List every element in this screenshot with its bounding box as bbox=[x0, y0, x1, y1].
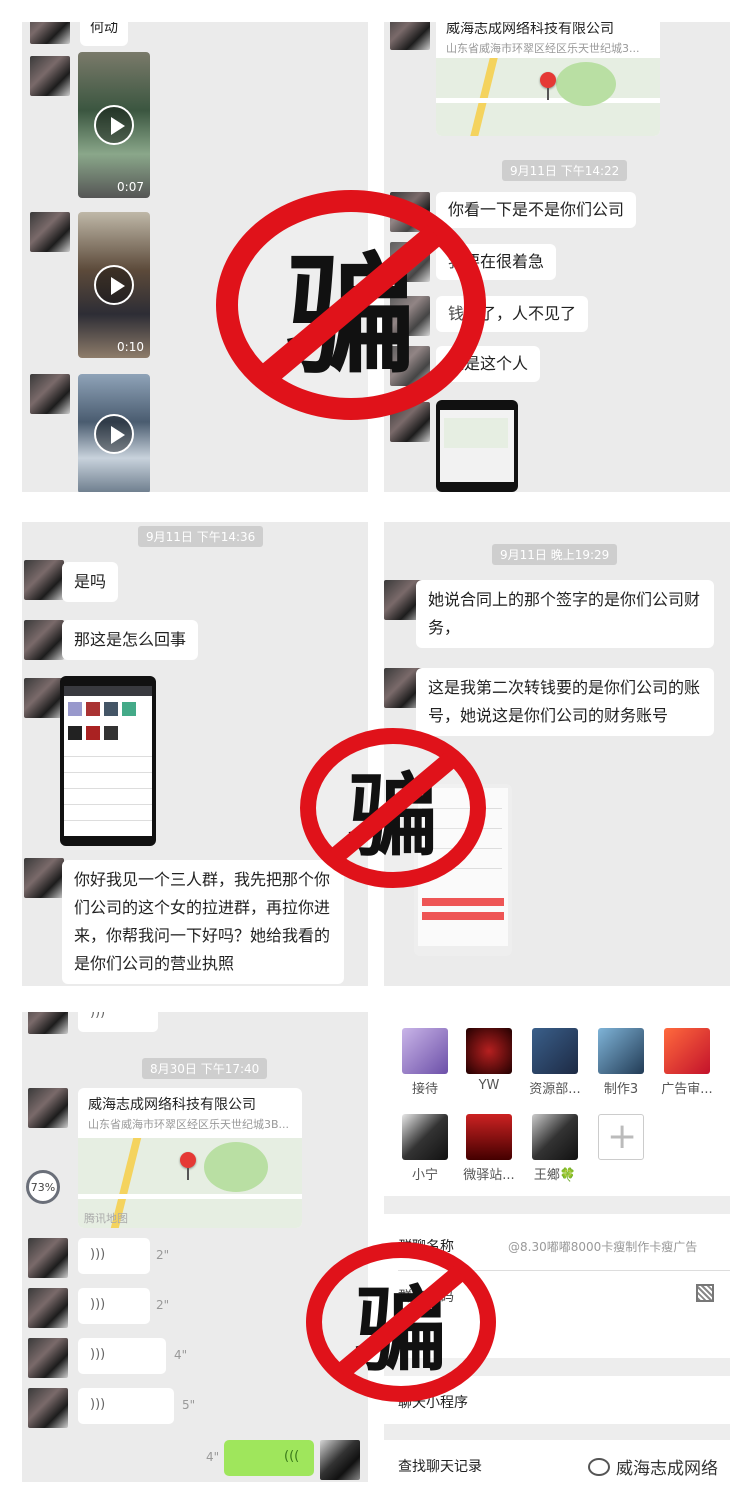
voice-wave-icon: ))) bbox=[90, 1012, 106, 1020]
contact-avatar[interactable] bbox=[24, 620, 64, 660]
chat-panel-voice-location: ))) 8月30日 下午17:40 威海志成网络科技有限公司 山东省威海市环翠区… bbox=[22, 1012, 368, 1482]
voice-wave-icon: ))) bbox=[90, 1297, 106, 1312]
contact-avatar[interactable] bbox=[28, 1088, 68, 1128]
member-name: 广告审... bbox=[661, 1082, 713, 1097]
timestamp: 9月11日 下午14:36 bbox=[138, 526, 264, 547]
member-name: 制作3 bbox=[603, 1082, 639, 1097]
contact-avatar[interactable] bbox=[30, 374, 70, 414]
video-message[interactable]: 0:10 bbox=[78, 212, 150, 358]
scam-stamp: 骗 bbox=[216, 190, 486, 420]
member-name: 微驿站... bbox=[463, 1168, 515, 1183]
member-name: 小宁 bbox=[411, 1168, 438, 1183]
self-avatar[interactable] bbox=[320, 1440, 360, 1480]
member-avatar[interactable] bbox=[532, 1114, 578, 1160]
message-bubble: 你好我见一个三人群，我先把那个你们公司的这个女的拉进群，再拉你进来，你帮我问一下… bbox=[62, 860, 344, 984]
plus-icon: + bbox=[607, 1116, 638, 1157]
timestamp: 8月30日 下午17:40 bbox=[142, 1058, 268, 1079]
location-address: 山东省威海市环翠区经区乐天世纪城3B... bbox=[88, 1118, 290, 1131]
contact-avatar[interactable] bbox=[24, 678, 64, 718]
location-map: 腾讯地图 bbox=[78, 1138, 302, 1228]
add-member-button[interactable]: + bbox=[598, 1114, 644, 1160]
voice-duration: 4" bbox=[174, 1348, 188, 1362]
contact-avatar[interactable] bbox=[30, 56, 70, 96]
location-pin-icon bbox=[180, 1152, 196, 1180]
scam-stamp: 骗 bbox=[306, 1242, 496, 1402]
contact-avatar[interactable] bbox=[28, 1338, 68, 1378]
video-message[interactable] bbox=[78, 374, 150, 492]
voice-message[interactable]: ))) bbox=[78, 1338, 166, 1374]
location-pin-icon bbox=[540, 72, 556, 100]
wechat-icon bbox=[588, 1457, 610, 1476]
group-name-value: @8.30嘟嘟8000卡瘦制作卡瘦广告 bbox=[508, 1240, 698, 1254]
message-bubble: 是吗 bbox=[62, 562, 119, 602]
voice-duration: 2" bbox=[156, 1298, 170, 1312]
play-icon[interactable] bbox=[94, 265, 134, 305]
voice-duration: 5" bbox=[182, 1398, 196, 1412]
member-avatar[interactable] bbox=[402, 1114, 448, 1160]
message-bubble: 何动 bbox=[80, 22, 128, 46]
video-duration: 0:10 bbox=[117, 340, 144, 354]
location-card[interactable]: 威海志成网络科技有限公司 山东省威海市环翠区经区乐天世纪城3... bbox=[436, 22, 660, 136]
message-bubble: 她说合同上的那个签字的是你们公司财务， bbox=[416, 580, 714, 648]
member-name: YW bbox=[478, 1078, 500, 1093]
member-name: 接待 bbox=[411, 1082, 438, 1097]
contact-avatar[interactable] bbox=[30, 22, 70, 44]
member-name: 王鄉🍀 bbox=[533, 1168, 577, 1183]
voice-message[interactable]: ))) bbox=[78, 1238, 150, 1274]
voice-message-self[interactable]: ((( bbox=[224, 1440, 314, 1476]
member-avatar[interactable] bbox=[598, 1028, 644, 1074]
voice-message[interactable]: ))) bbox=[78, 1388, 174, 1424]
voice-wave-icon: ))) bbox=[90, 1247, 106, 1262]
member-avatar[interactable] bbox=[466, 1114, 512, 1160]
message-bubble: 那这是怎么回事 bbox=[62, 620, 199, 660]
contact-avatar[interactable] bbox=[30, 212, 70, 252]
progress-value: 73% bbox=[30, 1180, 56, 1194]
map-provider-label: 腾讯地图 bbox=[84, 1212, 128, 1225]
contact-avatar[interactable] bbox=[24, 560, 64, 600]
watermark-text: 威海志成网络 bbox=[616, 1459, 718, 1479]
progress-indicator: 73% bbox=[26, 1170, 60, 1204]
location-address: 山东省威海市环翠区经区乐天世纪城3... bbox=[446, 42, 640, 55]
screenshot-image[interactable] bbox=[60, 676, 156, 846]
member-avatar[interactable] bbox=[466, 1028, 512, 1074]
location-map bbox=[436, 58, 660, 136]
voice-wave-icon: ))) bbox=[90, 1347, 106, 1362]
screenshot-image[interactable] bbox=[436, 400, 518, 492]
member-avatar[interactable] bbox=[402, 1028, 448, 1074]
voice-duration: 4" bbox=[206, 1450, 220, 1464]
location-title: 威海志成网络科技有限公司 bbox=[88, 1097, 256, 1113]
scam-stamp: 骗 bbox=[300, 728, 486, 888]
voice-message[interactable]: ))) bbox=[78, 1288, 150, 1324]
message-bubble: 你看一下是不是你们公司 bbox=[436, 192, 637, 228]
watermark: 威海志成网络 bbox=[588, 1454, 718, 1479]
contact-avatar[interactable] bbox=[390, 22, 430, 50]
message-bubble: 这是我第二次转钱要的是你们公司的账号，她说这是你们公司的财务账号 bbox=[416, 668, 714, 736]
play-icon[interactable] bbox=[94, 105, 134, 145]
qr-code-icon bbox=[696, 1284, 714, 1302]
play-icon[interactable] bbox=[94, 414, 134, 454]
timestamp: 9月11日 晚上19:29 bbox=[492, 544, 618, 565]
contact-avatar[interactable] bbox=[28, 1238, 68, 1278]
contact-avatar[interactable] bbox=[28, 1288, 68, 1328]
search-history-label: 查找聊天记录 bbox=[398, 1459, 482, 1475]
contact-avatar[interactable] bbox=[24, 858, 64, 898]
contact-avatar[interactable] bbox=[28, 1012, 68, 1034]
location-title: 威海志成网络科技有限公司 bbox=[446, 22, 614, 37]
location-card[interactable]: 威海志成网络科技有限公司 山东省威海市环翠区经区乐天世纪城3B... 腾讯地图 bbox=[78, 1088, 302, 1228]
voice-wave-icon: ))) bbox=[90, 1397, 106, 1412]
voice-message[interactable]: ))) bbox=[78, 1012, 158, 1032]
member-avatar[interactable] bbox=[664, 1028, 710, 1074]
timestamp: 9月11日 下午14:22 bbox=[502, 160, 628, 181]
video-message[interactable]: 0:07 bbox=[78, 52, 150, 198]
member-avatar[interactable] bbox=[532, 1028, 578, 1074]
member-name: 资源部... bbox=[529, 1082, 581, 1097]
contact-avatar[interactable] bbox=[28, 1388, 68, 1428]
video-duration: 0:07 bbox=[117, 180, 144, 194]
voice-wave-icon: ((( bbox=[284, 1449, 300, 1464]
voice-duration: 2" bbox=[156, 1248, 170, 1262]
